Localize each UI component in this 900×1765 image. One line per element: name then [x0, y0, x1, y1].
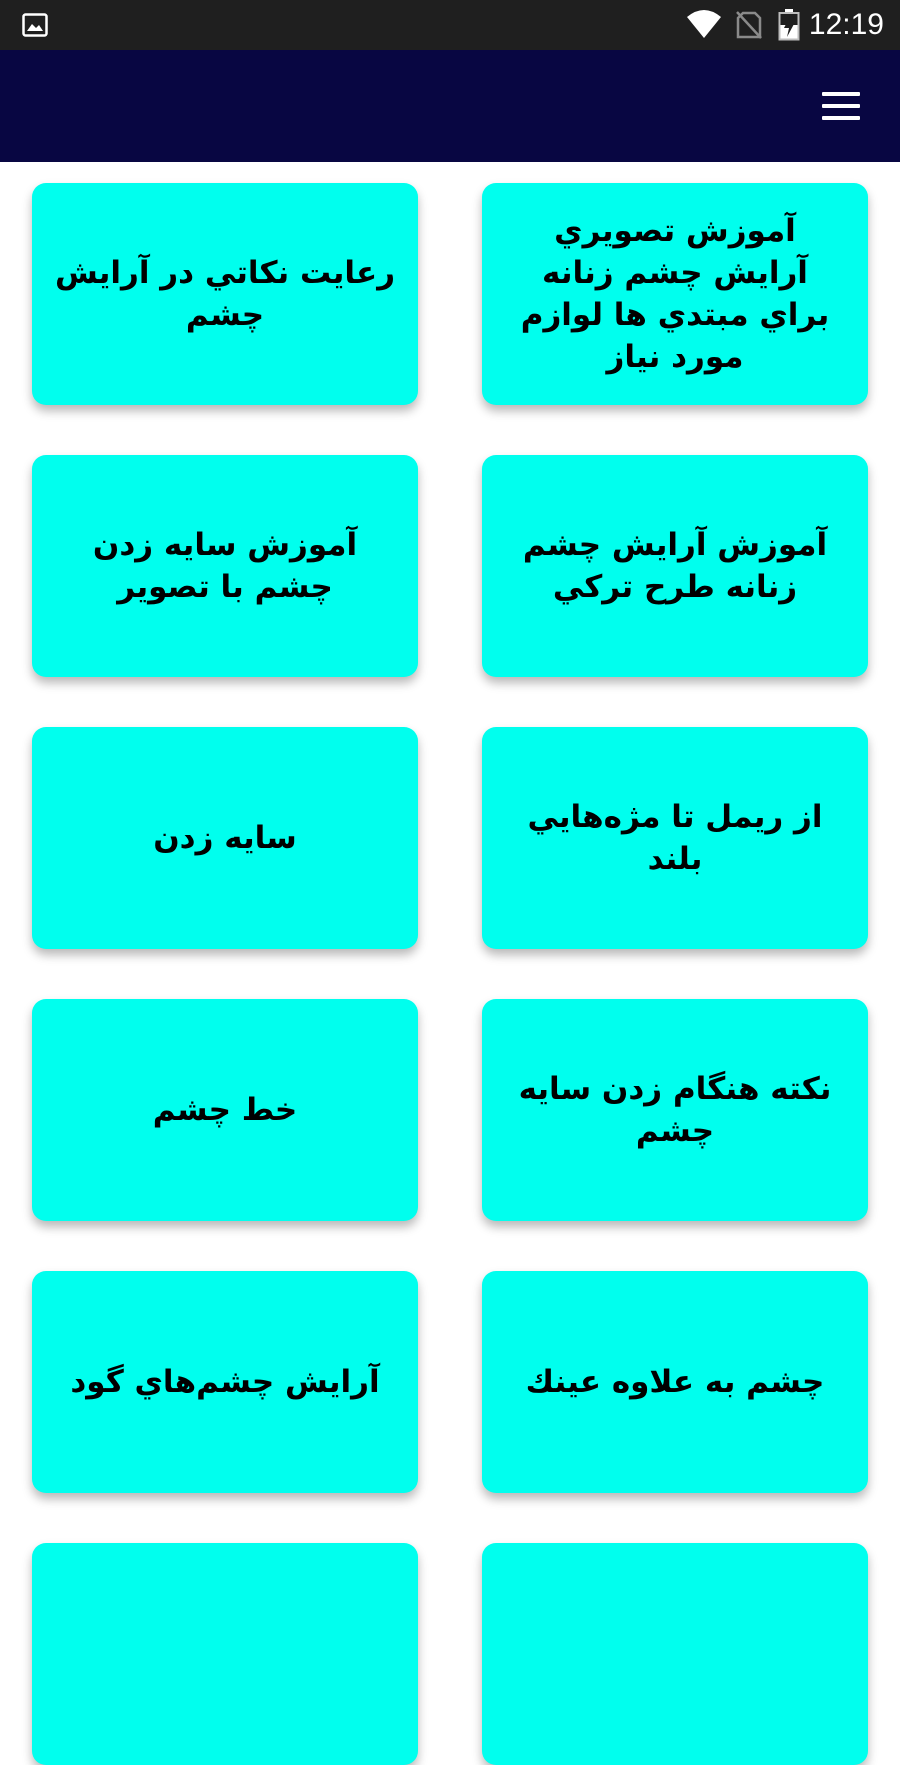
topic-card-title: سايه زدن	[153, 820, 297, 856]
status-clock: 12:19	[808, 8, 884, 41]
topic-card-title: آموزش آرايش چشم زنانه طرح تركي	[522, 527, 828, 605]
status-bar: 12:19	[0, 0, 900, 50]
topic-card[interactable]: آموزش آرايش چشم زنانه طرح تركي	[482, 455, 868, 677]
topic-card[interactable]: آموزش تصويري آرايش چشم زنانه براي مبتدي …	[482, 183, 868, 405]
no-sim-icon	[736, 11, 762, 39]
topic-card[interactable]	[32, 1543, 418, 1765]
topic-card[interactable]	[482, 1543, 868, 1765]
topic-card[interactable]: چشم به علاوه عينك	[482, 1271, 868, 1493]
topic-card-title: چشم به علاوه عينك	[525, 1364, 825, 1400]
topic-card[interactable]: خط چشم	[32, 999, 418, 1221]
topic-card-title: رعايت نكاتي در آرايش چشم	[54, 255, 396, 333]
hamburger-menu-icon[interactable]	[812, 80, 872, 132]
topic-card-title: آموزش تصويري آرايش چشم زنانه براي مبتدي …	[520, 213, 830, 375]
topic-card-title: نكته هنگام زدن سايه چشم	[518, 1071, 832, 1149]
wifi-icon	[687, 10, 721, 38]
app-bar	[0, 50, 900, 162]
topic-card-title: آموزش سايه زدن چشم با تصوير	[92, 527, 358, 605]
topic-card-title: از ريمل تا مژه‌هايي بلند	[527, 799, 823, 877]
menu-bar-line	[822, 116, 860, 120]
topic-card[interactable]: آرايش چشم‌هاي گود	[32, 1271, 418, 1493]
topic-card[interactable]: نكته هنگام زدن سايه چشم	[482, 999, 868, 1221]
topic-card[interactable]: سايه زدن	[32, 727, 418, 949]
topic-card-title: خط چشم	[152, 1092, 298, 1128]
topic-card[interactable]: آموزش سايه زدن چشم با تصوير	[32, 455, 418, 677]
topic-card[interactable]: رعايت نكاتي در آرايش چشم	[32, 183, 418, 405]
menu-bar-line	[822, 104, 860, 108]
gallery-icon	[22, 13, 48, 37]
topic-card-title: آرايش چشم‌هاي گود	[70, 1364, 380, 1400]
battery-icon	[778, 9, 800, 41]
menu-bar-line	[822, 92, 860, 96]
topic-grid: رعايت نكاتي در آرايش چشم آموزش تصويري آر…	[32, 183, 868, 1765]
topic-card[interactable]: از ريمل تا مژه‌هايي بلند	[482, 727, 868, 949]
